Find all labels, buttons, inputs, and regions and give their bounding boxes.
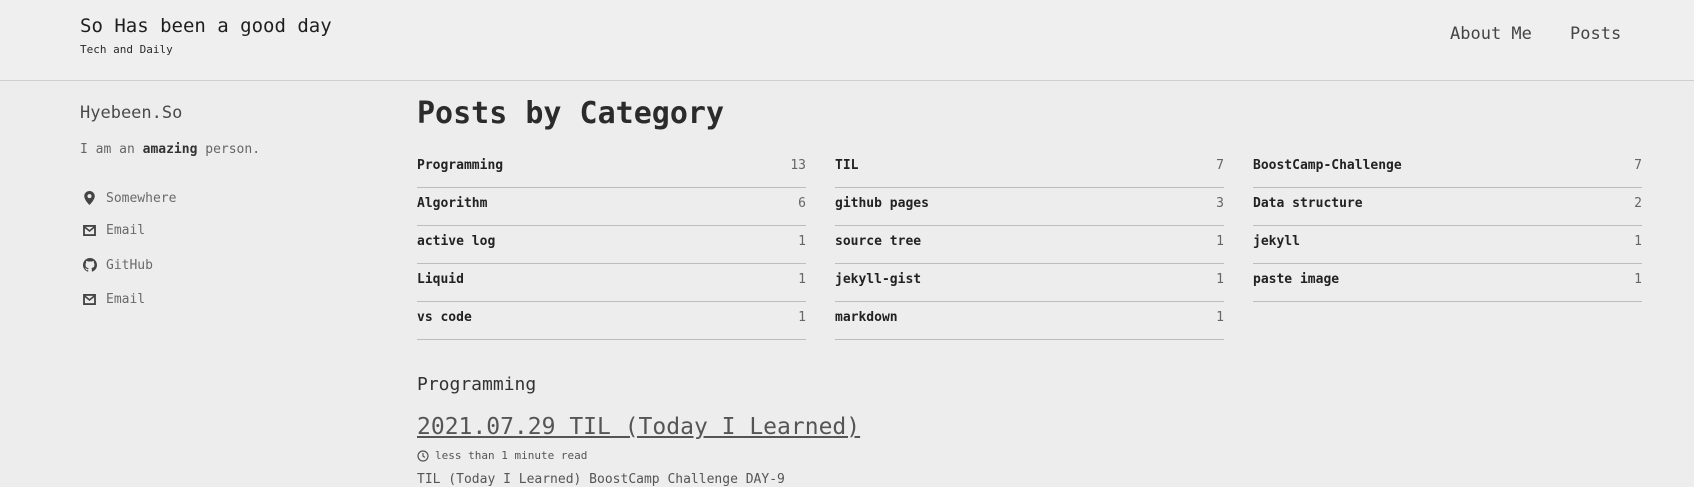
post-meta: less than 1 minute read	[417, 449, 587, 462]
author-bio-prefix: I am an	[80, 142, 143, 157]
category-count: 7	[1634, 158, 1642, 173]
post-read-time: less than 1 minute read	[435, 449, 588, 462]
envelope-icon	[82, 223, 97, 238]
envelope-icon	[82, 292, 97, 307]
author-location-label: Somewhere	[106, 190, 177, 206]
author-email-label: Email	[106, 222, 146, 238]
category-row[interactable]: github pages 3	[835, 188, 1224, 226]
post-title-link[interactable]: 2021.07.29 TIL (Today I Learned)	[417, 414, 860, 440]
github-icon	[82, 258, 97, 273]
category-count: 2	[1634, 196, 1642, 211]
author-name: Hyebeen.So	[80, 103, 183, 123]
category-name: BoostCamp-Challenge	[1253, 158, 1402, 173]
category-name: Programming	[417, 158, 504, 173]
category-name: TIL	[835, 158, 859, 173]
page-title: Posts by Category	[417, 96, 725, 131]
category-count: 1	[1216, 234, 1224, 249]
category-count: 1	[798, 310, 806, 325]
category-row[interactable]: jekyll-gist 1	[835, 264, 1224, 302]
clock-icon	[417, 449, 429, 462]
category-count: 1	[1634, 272, 1642, 287]
author-bio: I am an amazing person.	[80, 142, 260, 157]
category-row[interactable]: Liquid 1	[417, 264, 806, 302]
category-row[interactable]: vs code 1	[417, 302, 806, 340]
category-count: 7	[1216, 158, 1224, 173]
author-email-label-2: Email	[106, 291, 146, 307]
category-row[interactable]: paste image 1	[1253, 264, 1642, 302]
category-count: 1	[1216, 272, 1224, 287]
category-count: 1	[798, 234, 806, 249]
category-row[interactable]: Programming 13	[417, 150, 806, 188]
category-column-3: BoostCamp-Challenge 7 Data structure 2 jek…	[1253, 150, 1642, 302]
author-location: Somewhere	[82, 189, 176, 207]
category-name: jekyll-gist	[835, 272, 922, 287]
category-name: source tree	[835, 234, 922, 249]
site-title[interactable]: So Has been a good day	[80, 15, 332, 37]
masthead: So Has been a good day Tech and Daily Ab…	[0, 0, 1694, 81]
author-email-link-2[interactable]: Email	[82, 290, 145, 308]
category-row[interactable]: jekyll 1	[1253, 226, 1642, 264]
category-row[interactable]: source tree 1	[835, 226, 1224, 264]
category-name: github pages	[835, 196, 929, 211]
author-github-link[interactable]: GitHub	[82, 256, 153, 274]
category-count: 1	[798, 272, 806, 287]
category-row[interactable]: markdown 1	[835, 302, 1224, 340]
location-pin-icon	[82, 191, 97, 206]
author-bio-suffix: person.	[197, 142, 261, 157]
category-name: markdown	[835, 310, 898, 325]
post-excerpt: TIL (Today I Learned) BoostCamp Challeng…	[417, 472, 785, 487]
category-name: Data structure	[1253, 196, 1363, 211]
category-section-heading: Programming	[417, 374, 537, 395]
author-github-label: GitHub	[106, 257, 153, 273]
category-count: 13	[790, 158, 806, 173]
category-name: Liquid	[417, 272, 464, 287]
category-count: 1	[1634, 234, 1642, 249]
category-name: paste image	[1253, 272, 1340, 287]
category-row[interactable]: BoostCamp-Challenge 7	[1253, 150, 1642, 188]
nav-about-me[interactable]: About Me	[1450, 24, 1532, 44]
category-row[interactable]: Data structure 2	[1253, 188, 1642, 226]
category-name: vs code	[417, 310, 472, 325]
category-column-1: Programming 13 Algorithm 6 active log 1 Liq…	[417, 150, 806, 340]
category-name: jekyll	[1253, 234, 1300, 249]
nav-posts[interactable]: Posts	[1570, 24, 1621, 44]
author-email-link[interactable]: Email	[82, 221, 145, 239]
category-row[interactable]: TIL 7	[835, 150, 1224, 188]
category-column-2: TIL 7 github pages 3 source tree 1 jekyll-g…	[835, 150, 1224, 340]
category-count: 3	[1216, 196, 1224, 211]
category-name: active log	[417, 234, 496, 249]
site-subtitle: Tech and Daily	[80, 43, 173, 56]
category-row[interactable]: Algorithm 6	[417, 188, 806, 226]
category-count: 6	[798, 196, 806, 211]
category-count: 1	[1216, 310, 1224, 325]
category-name: Algorithm	[417, 196, 488, 211]
category-row[interactable]: active log 1	[417, 226, 806, 264]
author-bio-emphasis: amazing	[142, 142, 198, 157]
